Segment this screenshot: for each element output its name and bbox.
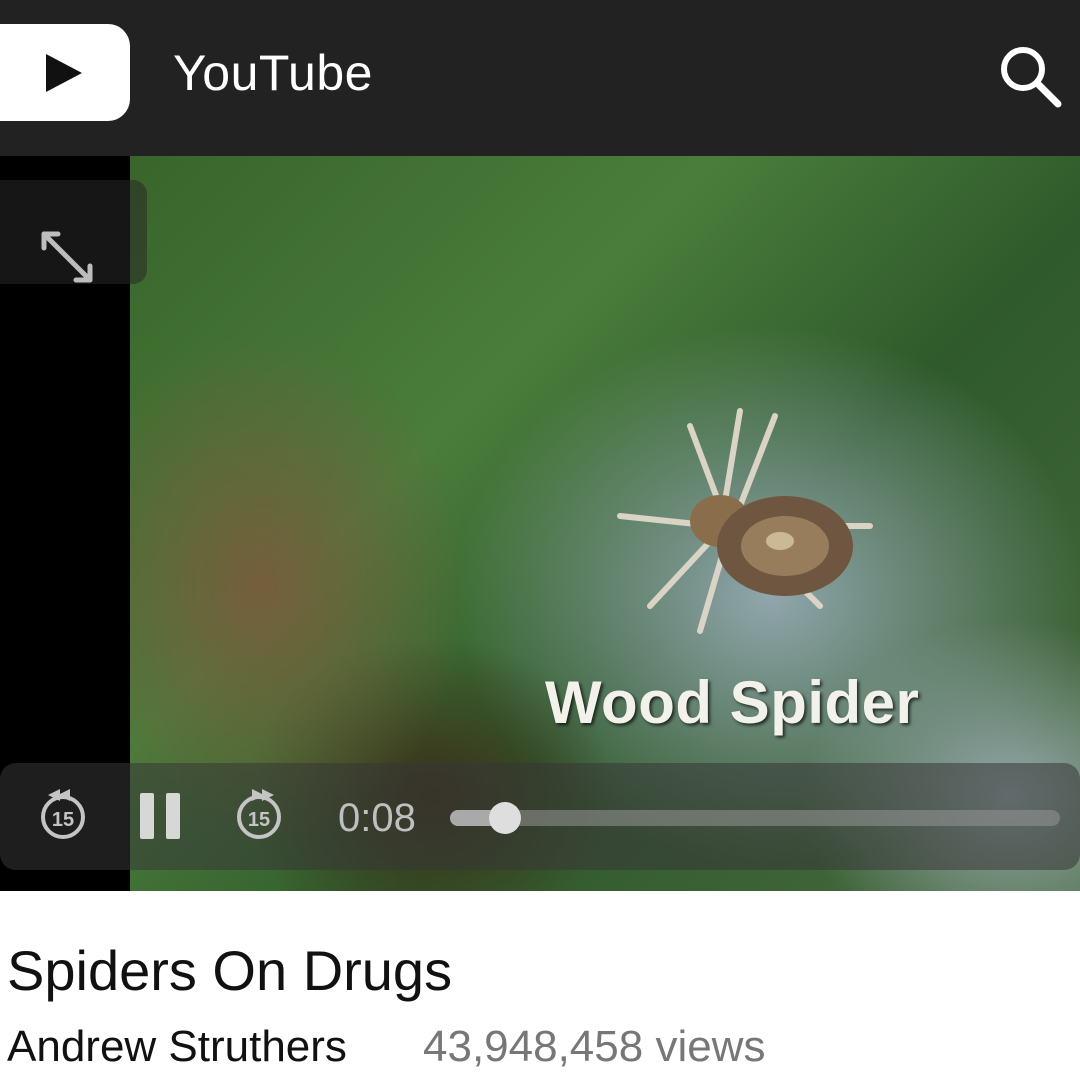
youtube-logo[interactable] <box>0 24 130 121</box>
expand-arrows-icon <box>41 231 93 283</box>
forward-label: 15 <box>248 809 270 831</box>
pause-icon <box>140 793 154 839</box>
app-title: YouTube <box>173 45 373 101</box>
app-header: YouTube <box>0 0 1080 156</box>
channel-name[interactable]: Andrew Struthers <box>7 1020 347 1074</box>
video-player[interactable]: Wood Spider 15 15 0:08 <box>0 156 1080 891</box>
play-logo-icon <box>46 54 82 92</box>
spider-image <box>617 408 873 634</box>
progress-thumb[interactable] <box>488 802 521 834</box>
progress-track[interactable] <box>450 802 1060 834</box>
rewind-15-button[interactable]: 15 <box>36 787 90 841</box>
forward-15-button[interactable]: 15 <box>232 787 286 841</box>
view-count: 43,948,458 views <box>423 1022 766 1071</box>
search-icon <box>1001 47 1062 108</box>
rewind-label: 15 <box>52 809 74 831</box>
pause-button[interactable] <box>138 791 182 841</box>
fullscreen-button[interactable] <box>0 180 147 284</box>
player-controls: 15 15 0:08 <box>0 763 1080 870</box>
search-button[interactable] <box>996 42 1066 112</box>
current-time: 0:08 <box>338 796 416 840</box>
video-title[interactable]: Spiders On Drugs <box>7 938 452 1004</box>
video-caption: Wood Spider <box>545 669 920 736</box>
